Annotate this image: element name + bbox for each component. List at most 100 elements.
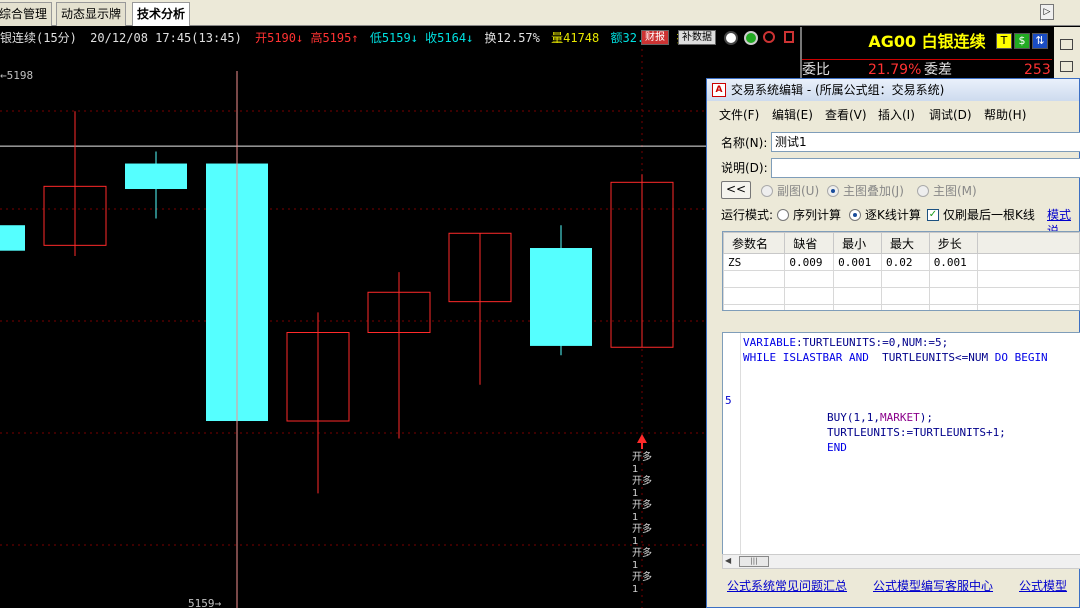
faq-link[interactable]: 公式系统常见问题汇总 xyxy=(727,578,847,594)
code-text: TURTLEUNITS:=TURTLEUNITS+1; xyxy=(827,426,1006,439)
mode-zhutu-label: 主图(M) xyxy=(933,184,977,198)
signal-text: 开多 xyxy=(632,500,652,511)
signal-text: 1 xyxy=(632,488,639,499)
editor-hscrollbar[interactable]: ◀ ||| xyxy=(722,554,1080,569)
param-header-extra xyxy=(976,232,1080,254)
sort-icon[interactable]: ⇅ xyxy=(1032,33,1048,49)
param-header-min: 最小 xyxy=(833,232,882,254)
param-cell[interactable] xyxy=(928,270,978,288)
low-price-label: 5159→ xyxy=(188,597,222,608)
param-cell[interactable] xyxy=(880,270,930,288)
collapse-button[interactable]: << xyxy=(721,181,751,199)
dialog-title[interactable]: 交易系统编辑 - (所属公式组：交易系统) xyxy=(707,79,1079,101)
menu-edit[interactable]: 编辑(E) xyxy=(772,105,813,125)
run-line-radio[interactable] xyxy=(849,209,861,221)
clock-icon[interactable] xyxy=(724,31,738,45)
tab-jishu[interactable]: 技术分析 xyxy=(132,2,191,26)
bushuju-button[interactable]: 补数据 xyxy=(678,30,716,45)
signal-text: 1 xyxy=(632,560,639,571)
dollar-icon[interactable]: $ xyxy=(1014,33,1030,49)
panel-icon-b[interactable] xyxy=(1060,61,1073,72)
datetime: 20/12/08 17:45(13:45) xyxy=(90,31,242,45)
tab-bar: 综合管理 动态显示牌 技术分析 ▷ xyxy=(0,0,1080,26)
param-cell[interactable] xyxy=(833,270,882,288)
param-header-name: 参数名 xyxy=(723,232,786,254)
caibao-button[interactable]: 财报 xyxy=(641,30,669,45)
menu-view[interactable]: 查看(V) xyxy=(825,105,867,125)
menu-debug[interactable]: 调试(D) xyxy=(929,105,972,125)
mode-fuhao-radio[interactable] xyxy=(761,185,773,197)
param-cell[interactable] xyxy=(833,287,882,305)
param-cell[interactable] xyxy=(833,304,882,310)
run-mode-label: 运行模式: xyxy=(721,208,774,222)
param-cell[interactable] xyxy=(723,270,786,288)
low-price: 低5159↓ xyxy=(369,31,418,45)
mode-zhutudiejia-radio[interactable] xyxy=(827,185,839,197)
param-cell[interactable] xyxy=(784,304,835,310)
signal-text: 开多 xyxy=(632,524,652,535)
table-row[interactable] xyxy=(723,270,1080,288)
table-row[interactable] xyxy=(723,287,1080,305)
param-cell[interactable] xyxy=(976,304,1080,310)
desc-input[interactable] xyxy=(771,158,1080,178)
run-seq-label: 序列计算 xyxy=(793,208,842,222)
weibi-value: 21.79% xyxy=(868,62,922,78)
code-line-1: VARIABLE:TURTLEUNITS:=0,NUM:=5; xyxy=(743,335,948,350)
refresh-last-checkbox[interactable]: ✓ xyxy=(927,209,939,221)
param-header-row: 参数名 缺省 最小 最大 步长 xyxy=(723,232,1080,254)
table-row[interactable] xyxy=(723,304,1080,310)
param-cell[interactable] xyxy=(880,304,930,310)
scroll-left-icon[interactable]: ◀ xyxy=(725,556,731,565)
tab-dongtai[interactable]: 动态显示牌 xyxy=(56,2,127,26)
scroll-thumb[interactable]: ||| xyxy=(739,556,769,567)
param-cell[interactable]: 0.001 xyxy=(833,253,882,271)
param-cell[interactable] xyxy=(784,287,835,305)
code-line-2: WHILE ISLASTBAR AND TURTLEUNITS<=NUM DO … xyxy=(743,350,1048,365)
param-cell[interactable] xyxy=(784,270,835,288)
code-text: BUY(1,1, xyxy=(827,411,880,424)
param-cell[interactable] xyxy=(723,304,786,310)
open-price: 开5190↓ xyxy=(255,31,304,45)
model-link[interactable]: 公式模型 xyxy=(1019,578,1067,594)
param-cell[interactable] xyxy=(880,287,930,305)
param-cell[interactable] xyxy=(723,287,786,305)
refresh-last-label: 仅刷最后一根K线 xyxy=(943,208,1035,222)
service-link[interactable]: 公式模型编写客服中心 xyxy=(873,578,993,594)
target-icon[interactable] xyxy=(763,31,775,43)
desc-label: 说明(D): xyxy=(721,161,768,175)
run-line-label: 逐K线计算 xyxy=(865,208,921,222)
param-cell[interactable] xyxy=(928,287,978,305)
t-icon[interactable]: T xyxy=(996,33,1012,49)
refresh-icon[interactable] xyxy=(744,31,758,45)
param-cell[interactable]: ZS xyxy=(723,253,786,271)
code-editor[interactable]: 5 VARIABLE:TURTLEUNITS:=0,NUM:=5; WHILE … xyxy=(722,332,1080,569)
formula-app-icon: A xyxy=(712,83,726,97)
name-input[interactable]: 测试1 xyxy=(771,132,1080,152)
mode-zhutu-radio[interactable] xyxy=(917,185,929,197)
param-cell[interactable]: 0.02 xyxy=(880,253,930,271)
kline-svg[interactable] xyxy=(0,49,800,608)
panel-icon-a[interactable] xyxy=(1060,39,1073,50)
signal-text-column: 开多 1 开多 1 开多 1 开多 1 开多 1 开多 1 xyxy=(632,452,652,596)
menu-help[interactable]: 帮助(H) xyxy=(984,105,1026,125)
run-seq-radio[interactable] xyxy=(777,209,789,221)
param-cell[interactable] xyxy=(928,304,978,310)
code-line-turtle: TURTLEUNITS:=TURTLEUNITS+1; xyxy=(827,425,1006,440)
tab-scroll-right-icon[interactable]: ▷ xyxy=(1040,4,1054,20)
kline-chart[interactable]: ←5198 5159→ 开多 1 开多 1 开多 1 开多 1 开多 1 开多 1 xyxy=(0,49,800,608)
trade-system-editor-dialog: 交易系统编辑 - (所属公式组：交易系统) A 文件(F) 编辑(E) 查看(V… xyxy=(706,78,1080,608)
tab-zonghe[interactable]: 综合管理 xyxy=(0,2,53,26)
param-table[interactable]: 参数名 缺省 最小 最大 步长 ZS 0.009 0.001 0.02 0.00… xyxy=(722,231,1080,311)
param-cell[interactable]: 0.001 xyxy=(928,253,978,271)
code-text: TURTLEUNITS<=NUM xyxy=(868,351,995,364)
param-cell[interactable]: 0.009 xyxy=(784,253,835,271)
table-row[interactable]: ZS 0.009 0.001 0.02 0.001 xyxy=(723,253,1080,271)
signal-text: 开多 xyxy=(632,452,652,463)
menu-bar: 文件(F) 编辑(E) 查看(V) 插入(I) 调试(D) 帮助(H) xyxy=(707,105,1079,125)
menu-file[interactable]: 文件(F) xyxy=(719,105,759,125)
param-cell[interactable] xyxy=(976,253,1080,271)
param-cell[interactable] xyxy=(976,287,1080,305)
param-cell[interactable] xyxy=(976,270,1080,288)
window-icon[interactable] xyxy=(784,31,794,43)
menu-insert[interactable]: 插入(I) xyxy=(878,105,915,125)
